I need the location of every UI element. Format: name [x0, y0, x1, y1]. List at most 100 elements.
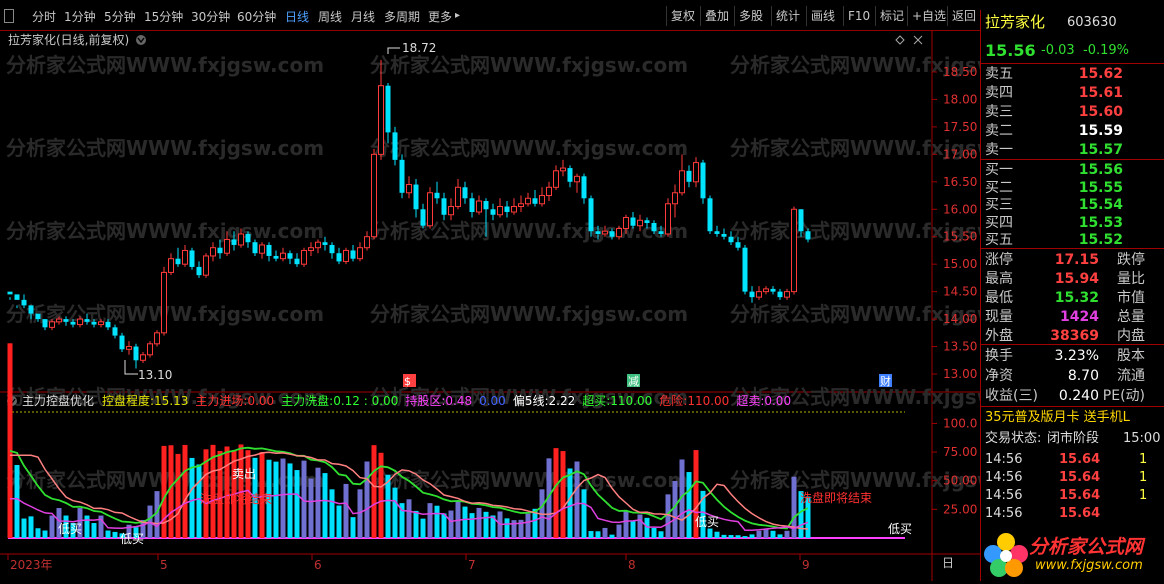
price-row: 15.56 -0.03 -0.19% [981, 40, 1164, 61]
ask-price: 15.62 [1078, 66, 1123, 82]
close-chart-icon[interactable] [913, 35, 923, 45]
indicator-bar [637, 514, 643, 538]
candle-body [301, 249, 307, 265]
tab-daily[interactable]: 日线 [285, 8, 309, 25]
candle-body [392, 132, 398, 160]
indicator-bar [364, 461, 370, 538]
trade-status-label: 交易状态: [985, 431, 1042, 446]
candle-body [84, 319, 90, 322]
candle-body [14, 294, 20, 300]
stat-label: 最低 [985, 290, 1013, 306]
indicator-item-label: 主力洗盘: [281, 393, 333, 408]
indicator-tick-label: 100.0 [943, 416, 977, 430]
candle-body [679, 170, 685, 194]
trade-status-value: 闭市阶段 [1047, 431, 1100, 446]
tab-60min[interactable]: 60分钟 [237, 8, 276, 25]
indicator-bar [35, 528, 41, 538]
ask-row: 卖二 15.59 [981, 121, 1164, 142]
stat-label: 最高 [985, 271, 1013, 287]
indicator-bar [406, 499, 412, 538]
indicator-bar [448, 510, 454, 538]
tab-fenshi[interactable]: 分时 [32, 8, 56, 25]
candle-body [175, 258, 181, 265]
tick-price: 15.64 [1059, 470, 1101, 485]
price-change-pct: -0.19% [1083, 43, 1129, 58]
chart-title: 拉芳家化(日线,前复权) [8, 32, 129, 47]
indicator-bar [567, 468, 573, 538]
promo-banner[interactable]: 35元普及版月卡 送手机L [981, 407, 1164, 428]
stat-value: 17.15 [1054, 252, 1099, 268]
indicator-bar [287, 463, 293, 538]
stat2-label: 换手 [985, 348, 1013, 364]
candle-body [168, 258, 174, 273]
chevron-down-icon[interactable] [136, 35, 146, 45]
indicator-signal-label: 低买 [58, 522, 82, 536]
tab-weekly[interactable]: 周线 [318, 8, 342, 25]
candle-body [259, 244, 265, 254]
tab-15min[interactable]: 15分钟 [144, 8, 183, 25]
stat2-label: 收益(三) [985, 388, 1038, 404]
add-watchlist-button[interactable]: +自选 [907, 6, 950, 26]
fuquan-button[interactable]: 复权 [666, 6, 699, 26]
stat-label2: 跌停 [1117, 252, 1145, 268]
draw-line-button[interactable]: 画线 [806, 6, 839, 26]
candle-body [448, 206, 454, 216]
ask-row: 卖四 15.61 [981, 83, 1164, 104]
tab-30min[interactable]: 30分钟 [191, 8, 230, 25]
candle-body [518, 203, 524, 208]
overlay-button[interactable]: 叠加 [700, 6, 733, 26]
stat2-label2: PE(动) [1102, 388, 1145, 404]
candle-body [476, 200, 482, 213]
indicator-item-value: 110.00 [687, 394, 729, 408]
multi-stock-button[interactable]: 多股 [734, 6, 767, 26]
candle-body [203, 255, 209, 276]
ask-price: 15.60 [1078, 104, 1123, 120]
tab-1min[interactable]: 1分钟 [64, 8, 96, 25]
time-tick-label: 8 [628, 558, 636, 572]
candle-body [455, 186, 461, 208]
event-marker-label: 减 [628, 375, 639, 388]
f10-button[interactable]: F10 [843, 6, 874, 26]
low-annotation: 13.10 [124, 360, 172, 382]
kline-chart[interactable]: 拉芳家化(日线,前复权) 分析家公式网WWW.fxjgsw.com 分析家公式网W… [0, 29, 1048, 581]
tab-5min[interactable]: 5分钟 [104, 8, 136, 25]
indicator-bar [714, 531, 720, 538]
indicator-bar [434, 505, 440, 538]
tab-more[interactable]: 更多 [428, 8, 452, 25]
indicator-bar [343, 483, 349, 538]
indicator-tick-label: 50.00 [943, 474, 977, 488]
candle-body [56, 318, 62, 323]
indicator-bar [595, 531, 601, 538]
candle-body [35, 313, 41, 320]
tab-monthly[interactable]: 月线 [351, 8, 375, 25]
indicator-bar [784, 530, 790, 538]
candle-body [665, 203, 671, 235]
tab-multi-period[interactable]: 多周期 [384, 8, 420, 25]
candle-body [287, 253, 293, 259]
statistics-button[interactable]: 统计 [771, 6, 804, 26]
indicator-signal-label: 卖出 [232, 467, 256, 481]
chart-area[interactable]: 拉芳家化(日线,前复权) 分析家公式网WWW.fxjgsw.com 分析家公式网W… [0, 29, 1048, 581]
current-price: 15.56 [985, 41, 1036, 60]
candle-body [784, 291, 790, 298]
candle-body [357, 247, 363, 260]
candle-body [721, 233, 727, 237]
stat-label2: 市值 [1117, 290, 1145, 306]
ask-row: 卖五 15.62 [981, 64, 1164, 85]
indicator-bar [553, 448, 559, 538]
mark-button[interactable]: 标记 [875, 6, 908, 26]
candle-body [7, 291, 13, 295]
indicator-bar [469, 513, 475, 538]
candle-body [63, 319, 69, 322]
indicator-bar [609, 534, 615, 538]
watermark-text: 分析家公式网WWW.fxjgsw.com [6, 219, 324, 243]
site-logo: 分析家公式网 www.fxjgsw.com [981, 526, 1164, 581]
candle-body [700, 162, 706, 199]
candle-body [546, 186, 552, 197]
back-button[interactable]: 返回 [947, 6, 980, 26]
event-marker-label: 财 [880, 374, 891, 388]
window-icon[interactable] [4, 9, 14, 23]
indicator-bar [273, 461, 279, 538]
candle-body [420, 209, 426, 226]
indicator-bar [462, 506, 468, 538]
